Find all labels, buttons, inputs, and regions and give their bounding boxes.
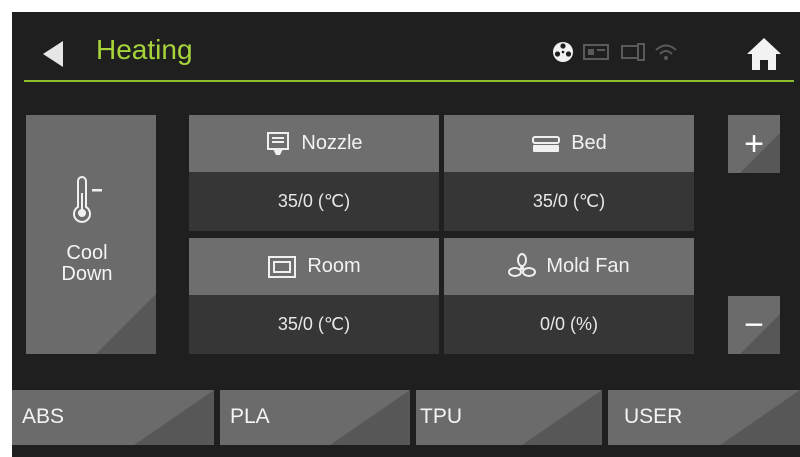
material-abs-label: ABS [22,405,65,428]
heating-screen: Heating Cool Down Nozzle 35/0 (℃) Bed 35… [12,12,800,457]
decrease-button[interactable]: − [728,296,780,354]
room-label: Room [307,255,361,277]
home-icon [747,38,781,70]
back-arrow-icon [43,41,63,67]
bed-label: Bed [571,132,607,154]
minus-icon: − [744,305,764,344]
material-user-label: USER [624,405,683,428]
material-abs-button[interactable]: ABS [12,390,214,445]
room-value[interactable]: 35/0 (℃) [189,295,439,354]
nozzle-label: Nozzle [301,132,363,154]
button-shade [330,390,410,445]
nozzle-header: Nozzle [189,115,439,172]
bed-header: Bed [444,115,694,172]
back-button[interactable] [39,39,69,69]
mold-fan-value[interactable]: 0/0 (%) [444,295,694,354]
button-shade [720,390,800,445]
material-tpu-button[interactable]: TPU [416,390,602,445]
button-shade [134,390,214,445]
bed-icon [532,135,561,152]
nozzle-value[interactable]: 35/0 (℃) [189,172,439,231]
button-shade [96,294,156,354]
wifi-icon [655,44,677,60]
status-bar [552,38,678,66]
button-shade [522,390,602,445]
plus-icon: + [744,124,764,163]
material-tpu-label: TPU [420,405,462,428]
room-icon [268,255,297,278]
page-title: Heating [96,34,193,65]
usb-icon [621,43,645,61]
material-user-button[interactable]: USER [608,390,800,445]
cool-down-label: Cool Down [61,242,113,285]
nozzle-icon [267,131,290,155]
material-pla-button[interactable]: PLA [220,390,410,445]
card-reader-icon [583,44,609,60]
mold-fan-label: Mold Fan [546,255,630,277]
room-header: Room [189,238,439,295]
increase-button[interactable]: + [728,115,780,173]
cool-down-button[interactable]: Cool Down [26,115,156,354]
thermometer-minus-icon [73,176,102,223]
home-button[interactable] [745,36,783,72]
fan-icon [508,252,537,277]
film-reel-icon [553,42,573,62]
header-divider [24,80,794,82]
material-pla-label: PLA [230,405,270,428]
mold-fan-header: Mold Fan [444,238,694,295]
bed-value[interactable]: 35/0 (℃) [444,172,694,231]
